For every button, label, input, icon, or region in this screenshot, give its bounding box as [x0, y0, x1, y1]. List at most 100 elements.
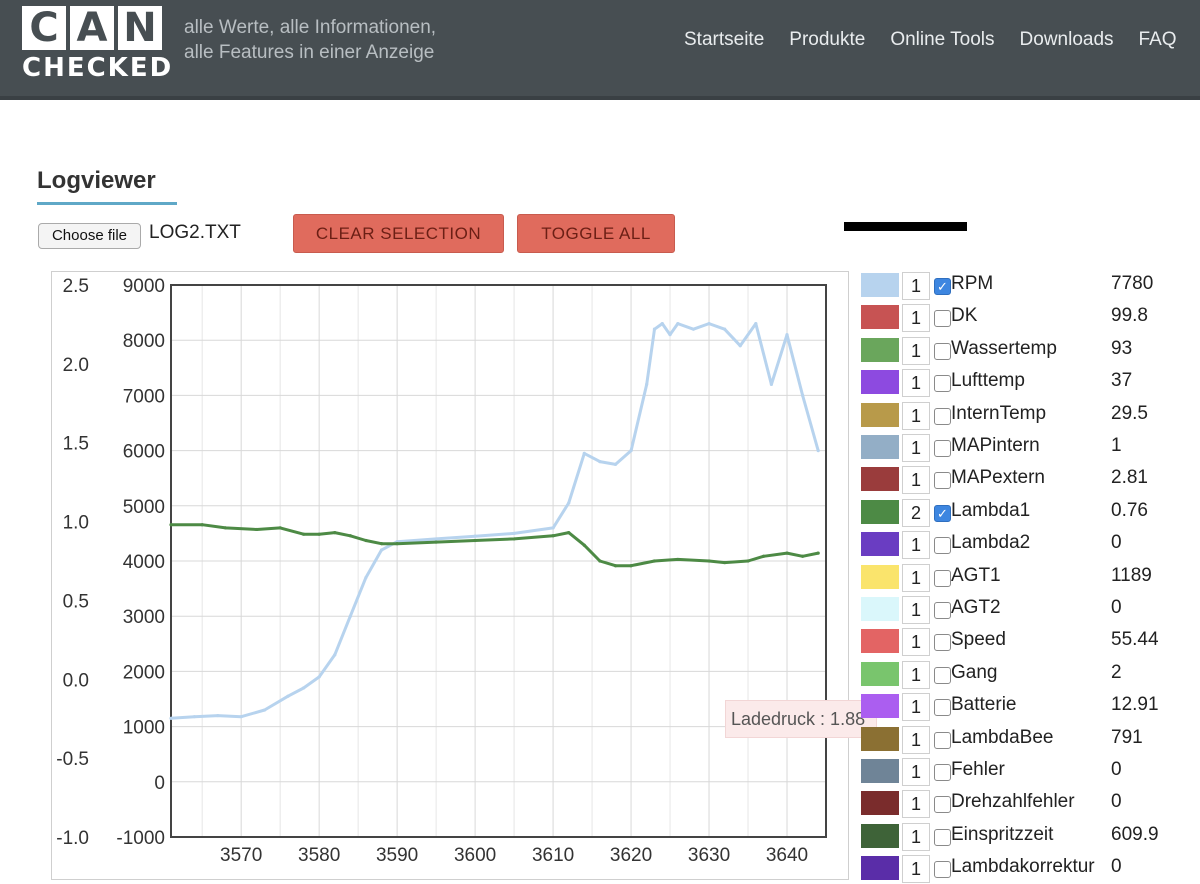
- axis-number-input[interactable]: 1: [902, 660, 930, 689]
- axis-number-input[interactable]: 1: [902, 369, 930, 398]
- nav-startseite[interactable]: Startseite: [684, 29, 764, 51]
- series-color-swatch[interactable]: [861, 499, 899, 524]
- legend-row[interactable]: 1 LambdaBee 791: [861, 723, 1200, 755]
- series-visibility-checkbox[interactable]: [934, 796, 951, 814]
- legend-row[interactable]: 1 Lambda2 0: [861, 528, 1200, 560]
- series-color-swatch[interactable]: [861, 694, 899, 719]
- series-color-swatch[interactable]: [861, 435, 899, 459]
- series-visibility-checkbox[interactable]: [934, 440, 951, 457]
- series-color-swatch[interactable]: [861, 402, 899, 427]
- series-color-swatch[interactable]: [861, 532, 899, 557]
- axis-number-input[interactable]: 1: [902, 401, 930, 430]
- series-color-swatch[interactable]: [861, 726, 899, 751]
- series-color-swatch[interactable]: [861, 791, 899, 816]
- clear-selection-button[interactable]: CLEAR SELECTION: [293, 214, 504, 253]
- series-visibility-checkbox[interactable]: [934, 602, 951, 619]
- series-color-swatch[interactable]: [861, 661, 899, 686]
- series-visibility-checkbox[interactable]: [934, 375, 951, 393]
- choose-file-button[interactable]: Choose file: [38, 223, 141, 249]
- series-visibility-checkbox[interactable]: [934, 407, 951, 425]
- chart-canvas[interactable]: 3570 3580 3590 3600 3610 3620 3630 3640 9000 8000…: [52, 272, 850, 881]
- legend-row[interactable]: 1 AGT2 0: [861, 593, 1200, 625]
- series-point-lambda1: [169, 523, 173, 527]
- axis-number-input[interactable]: 1: [902, 434, 930, 462]
- series-visibility-checkbox[interactable]: [934, 861, 951, 879]
- series-color-swatch[interactable]: [861, 564, 899, 589]
- series-visibility-checkbox[interactable]: [934, 537, 951, 555]
- series-visibility-checkbox[interactable]: [934, 472, 951, 490]
- series-color-swatch[interactable]: [861, 823, 899, 848]
- series-visibility-checkbox[interactable]: [934, 634, 951, 652]
- axis-number-input[interactable]: 1: [902, 693, 930, 722]
- series-point-rpm: [364, 575, 368, 580]
- legend-row[interactable]: 1 MAPintern 1: [861, 431, 1200, 463]
- series-visibility-checkbox[interactable]: [934, 666, 951, 684]
- legend-row[interactable]: 1 AGT1 1189: [861, 561, 1200, 593]
- legend-row[interactable]: 1 MAPextern 2.81: [861, 463, 1200, 495]
- series-visibility-checkbox[interactable]: [934, 699, 951, 717]
- axis-number-input[interactable]: 2: [902, 498, 930, 527]
- series-visibility-checkbox[interactable]: ✓: [934, 504, 951, 522]
- series-visibility-checkbox[interactable]: ✓: [934, 278, 951, 295]
- toggle-all-button[interactable]: TOGGLE ALL: [517, 214, 675, 253]
- series-point-rpm: [473, 534, 477, 538]
- axis-number-input[interactable]: 1: [902, 336, 930, 365]
- series-color-swatch[interactable]: [861, 370, 899, 395]
- series-color-swatch[interactable]: [861, 337, 899, 362]
- series-color-swatch[interactable]: [861, 305, 899, 330]
- can-checked-logo[interactable]: C A N CHECKED: [22, 6, 171, 83]
- legend-row[interactable]: 1 Gang 2: [861, 658, 1200, 690]
- series-color-swatch[interactable]: [861, 856, 899, 881]
- series-point-rpm: [348, 614, 352, 618]
- nav-downloads[interactable]: Downloads: [1020, 29, 1114, 51]
- legend-row[interactable]: 1 DK 99.8: [861, 301, 1200, 333]
- axis-number-input[interactable]: 1: [902, 596, 930, 624]
- legend-row[interactable]: 1 Speed 55.44: [861, 625, 1200, 657]
- y-tick-label-rpm: 1000: [123, 718, 165, 739]
- series-point-rpm: [801, 393, 805, 397]
- axis-number-input[interactable]: 1: [902, 563, 930, 592]
- legend-row[interactable]: 2 ✓ Lambda1 0.76: [861, 496, 1200, 528]
- series-visibility-checkbox[interactable]: [934, 731, 951, 749]
- series-point-rpm: [262, 708, 267, 712]
- legend-row[interactable]: 1 ✓ RPM 7780: [861, 269, 1200, 301]
- axis-number-input[interactable]: 1: [902, 628, 930, 657]
- series-visibility-checkbox[interactable]: [934, 828, 951, 846]
- legend-row[interactable]: 1 Drehzahlfehler 0: [861, 787, 1200, 819]
- axis-number-input[interactable]: 1: [902, 304, 930, 333]
- nav-online-tools[interactable]: Online Tools: [890, 29, 994, 51]
- series-visibility-checkbox[interactable]: [934, 764, 951, 781]
- y-tick-label-secondary: -0.5: [56, 749, 89, 770]
- legend-row[interactable]: 1 Batterie 12.91: [861, 690, 1200, 722]
- legend-row[interactable]: 1 Lufttemp 37: [861, 366, 1200, 398]
- series-point-rpm: [660, 322, 664, 326]
- series-color-swatch[interactable]: [861, 759, 899, 783]
- legend-row[interactable]: 1 Lambdakorrektur 0: [861, 852, 1200, 884]
- signal-name: Lambda2: [951, 532, 1031, 554]
- log-chart[interactable]: 3570 3580 3590 3600 3610 3620 3630 3640 9000 8000…: [51, 271, 877, 881]
- x-tick-label: 3570: [220, 845, 262, 866]
- axis-number-input[interactable]: 1: [902, 855, 930, 884]
- series-color-swatch[interactable]: [861, 273, 899, 297]
- nav-produkte[interactable]: Produkte: [789, 29, 865, 51]
- axis-number-input[interactable]: 1: [902, 466, 930, 495]
- series-visibility-checkbox[interactable]: [934, 310, 951, 328]
- series-color-swatch[interactable]: [861, 629, 899, 654]
- legend-row[interactable]: 1 InternTemp 29.5: [861, 399, 1200, 431]
- legend-row[interactable]: 1 Einspritzzeit 609.9: [861, 820, 1200, 852]
- axis-number-input[interactable]: 1: [902, 531, 930, 560]
- axis-number-input[interactable]: 1: [902, 822, 930, 851]
- series-visibility-checkbox[interactable]: [934, 569, 951, 587]
- axis-number-input[interactable]: 1: [902, 725, 930, 754]
- axis-number-input[interactable]: 1: [902, 272, 930, 300]
- legend-row[interactable]: 1 Wassertemp 93: [861, 334, 1200, 366]
- nav-faq[interactable]: FAQ: [1139, 29, 1177, 51]
- series-color-swatch[interactable]: [861, 467, 899, 492]
- series-color-swatch[interactable]: [861, 597, 899, 621]
- legend-row[interactable]: 1 Fehler 0: [861, 755, 1200, 787]
- signal-value: 0: [1111, 597, 1122, 618]
- axis-number-input[interactable]: 1: [902, 790, 930, 819]
- signal-name: MAPintern: [951, 435, 1040, 456]
- series-visibility-checkbox[interactable]: [934, 342, 951, 360]
- axis-number-input[interactable]: 1: [902, 758, 930, 786]
